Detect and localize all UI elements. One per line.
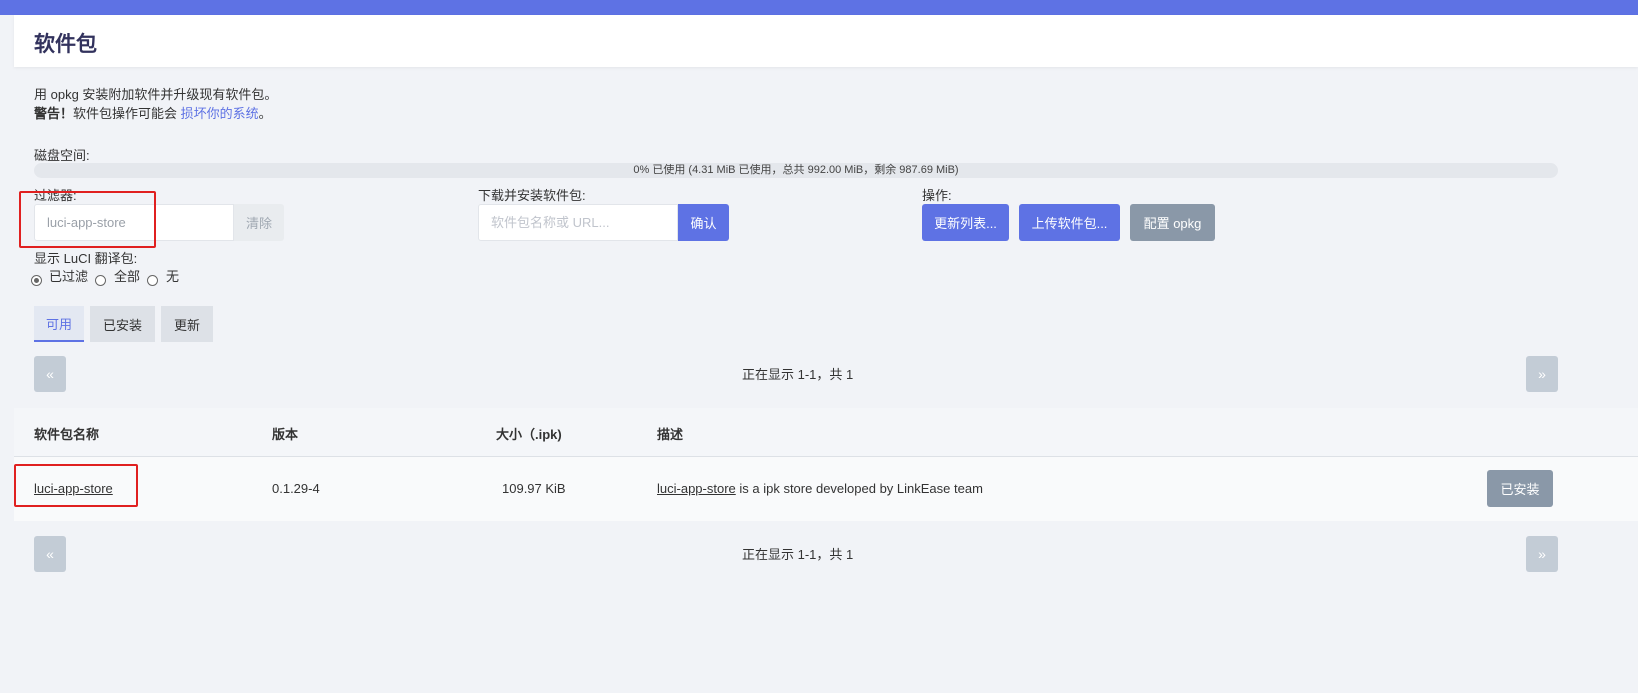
radio-none-label: 无 (166, 269, 180, 284)
page-title: 软件包 (34, 33, 97, 56)
col-version: 版本 (272, 427, 299, 442)
page-info: 正在显示 1-1，共 1 (742, 367, 854, 382)
confirm-install-button[interactable]: 确认 (678, 204, 729, 241)
update-lists-button[interactable]: 更新列表... (922, 204, 1009, 241)
tab-available[interactable]: 可用 (34, 306, 84, 342)
download-label: 下载并安装软件包: (478, 188, 586, 203)
description-text: is a ipk store developed by LinkEase tea… (735, 481, 983, 496)
warning-end: 。 (258, 106, 272, 121)
top-accent-bar (0, 0, 1638, 15)
table-header: 软件包名称 版本 大小（.ipk) 描述 (14, 408, 1638, 457)
intro-text: 用 opkg 安装附加软件并升级现有软件包。 (34, 87, 278, 102)
next-page-button-bottom[interactable]: » (1526, 536, 1558, 572)
warning-label: 警告！ (34, 106, 74, 121)
disk-usage-text: 0% 已使用 (4.31 MiB 已使用，总共 992.00 MiB，剩余 98… (633, 164, 959, 176)
translations-label: 显示 LuCI 翻译包: (34, 251, 138, 266)
page-header: 软件包 (14, 15, 1638, 67)
prev-page-button-bottom[interactable]: « (34, 536, 66, 572)
col-description: 描述 (657, 427, 684, 442)
radio-all-label: 全部 (114, 269, 141, 284)
col-package-name: 软件包名称 (34, 427, 100, 442)
clear-filter-button[interactable]: 清除 (234, 204, 284, 241)
installed-button[interactable]: 已安装 (1487, 470, 1553, 507)
disk-usage-bar: 0% 已使用 (4.31 MiB 已使用，总共 992.00 MiB，剩余 98… (34, 163, 1558, 178)
radio-all[interactable] (95, 275, 106, 286)
package-version: 0.1.29-4 (272, 481, 320, 496)
col-size: 大小（.ipk) (496, 427, 562, 442)
damage-system-link[interactable]: 损坏你的系统 (181, 106, 259, 121)
next-page-button[interactable]: » (1526, 356, 1558, 392)
tab-installed[interactable]: 已安装 (90, 306, 155, 342)
description-link[interactable]: luci-app-store (657, 481, 736, 496)
radio-none[interactable] (147, 275, 158, 286)
upload-package-button[interactable]: 上传软件包... (1019, 204, 1120, 241)
disk-space-label: 磁盘空间: (34, 148, 90, 163)
radio-filtered-label: 已过滤 (49, 269, 89, 284)
prev-page-button[interactable]: « (34, 356, 66, 392)
filter-highlight-box (19, 191, 156, 248)
actions-label: 操作: (922, 188, 952, 203)
warning-line: 警告！软件包操作可能会 损坏你的系统。 (34, 103, 272, 122)
page-info-bottom: 正在显示 1-1，共 1 (742, 547, 854, 562)
table-row: luci-app-store 0.1.29-4 109.97 KiB luci-… (14, 457, 1638, 521)
package-url-input[interactable] (478, 204, 678, 241)
tab-updates[interactable]: 更新 (161, 306, 213, 342)
warning-text: 软件包操作可能会 (73, 106, 181, 121)
package-size: 109.97 KiB (502, 481, 566, 496)
package-highlight-box (14, 464, 138, 507)
configure-opkg-button[interactable]: 配置 opkg (1130, 204, 1215, 241)
radio-filtered[interactable] (31, 275, 42, 286)
package-description: luci-app-store is a ipk store developed … (657, 481, 983, 496)
